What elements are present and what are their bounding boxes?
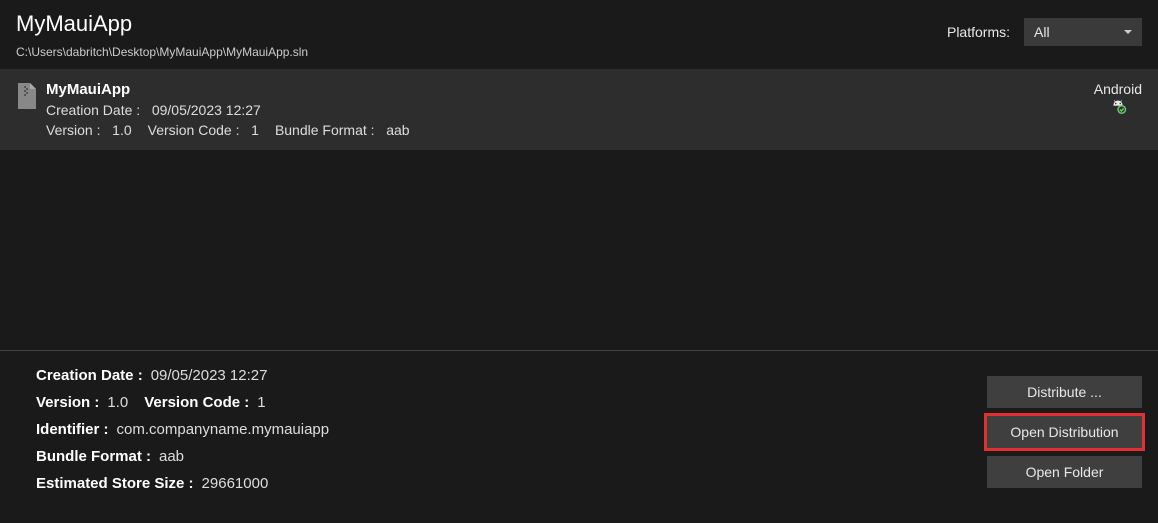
- file-archive-icon: [16, 83, 36, 109]
- distribute-button[interactable]: Distribute ...: [987, 376, 1142, 408]
- archive-creation-date-row: Creation Date : 09/05/2023 12:27: [46, 102, 410, 118]
- header-right: Platforms: All: [947, 18, 1142, 46]
- details-left: Creation Date : 09/05/2023 12:27 Version…: [36, 367, 329, 492]
- open-folder-button[interactable]: Open Folder: [987, 456, 1142, 488]
- header-left: MyMauiApp C:\Users\dabritch\Desktop\MyMa…: [16, 10, 308, 59]
- page-title: MyMauiApp: [16, 10, 308, 39]
- detail-version-row: Version : 1.0 Version Code : 1: [36, 394, 329, 411]
- detail-creation-date: Creation Date : 09/05/2023 12:27: [36, 367, 329, 384]
- archive-info: MyMauiApp Creation Date : 09/05/2023 12:…: [46, 81, 410, 138]
- archive-bundle-format: Bundle Format : aab: [275, 122, 410, 138]
- details-panel: Creation Date : 09/05/2023 12:27 Version…: [0, 351, 1158, 508]
- detail-identifier: Identifier : com.companyname.mymauiapp: [36, 421, 329, 438]
- detail-bundle-format: Bundle Format : aab: [36, 448, 329, 465]
- platforms-selected-value: All: [1034, 24, 1050, 40]
- archive-platform: Android: [1094, 81, 1142, 121]
- platforms-label: Platforms:: [947, 24, 1010, 40]
- archive-version-code: Version Code : 1: [148, 122, 259, 138]
- open-distribution-button[interactable]: Open Distribution: [987, 416, 1142, 448]
- detail-estimated-store-size: Estimated Store Size : 29661000: [36, 475, 329, 492]
- details-actions: Distribute ... Open Distribution Open Fo…: [987, 376, 1142, 492]
- archive-creation-date-value: 09/05/2023 12:27: [152, 102, 261, 118]
- header: MyMauiApp C:\Users\dabritch\Desktop\MyMa…: [0, 0, 1158, 69]
- platforms-select[interactable]: All: [1024, 18, 1142, 46]
- archive-list-item[interactable]: MyMauiApp Creation Date : 09/05/2023 12:…: [0, 69, 1158, 150]
- archive-version: Version : 1.0: [46, 122, 132, 138]
- solution-path: C:\Users\dabritch\Desktop\MyMauiApp\MyMa…: [16, 45, 308, 59]
- detail-version-code: Version Code : 1: [144, 394, 265, 411]
- archive-creation-date-label: Creation Date :: [46, 102, 140, 118]
- archive-meta-row: Version : 1.0 Version Code : 1 Bundle Fo…: [46, 122, 410, 138]
- archive-list-empty-space: [0, 150, 1158, 350]
- archive-left: MyMauiApp Creation Date : 09/05/2023 12:…: [16, 81, 410, 138]
- android-icon: [1109, 99, 1127, 121]
- chevron-down-icon: [1124, 30, 1132, 34]
- detail-version: Version : 1.0: [36, 394, 128, 411]
- platform-name: Android: [1094, 81, 1142, 97]
- archive-name: MyMauiApp: [46, 81, 410, 98]
